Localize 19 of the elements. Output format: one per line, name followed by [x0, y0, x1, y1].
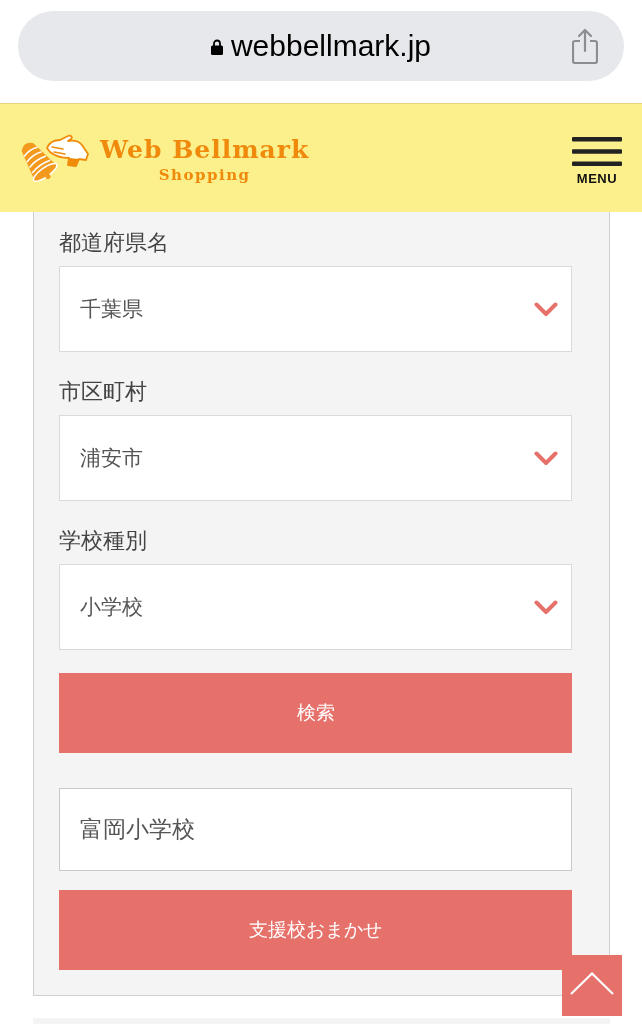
lock-icon: [210, 39, 223, 55]
chevron-up-icon: [570, 972, 614, 995]
chevron-down-icon: [534, 450, 558, 466]
url-text: webbellmark.jp: [230, 28, 432, 64]
address-bar[interactable]: webbellmark.jp: [18, 11, 624, 81]
chevron-down-icon: [534, 599, 558, 615]
field-label: 学校種別: [59, 527, 148, 555]
select-field[interactable]: 千葉県: [59, 266, 572, 352]
share-icon[interactable]: [572, 28, 598, 64]
scroll-to-top-button[interactable]: [562, 955, 622, 1016]
select-field[interactable]: 浦安市: [59, 415, 572, 501]
chevron-down-icon: [534, 301, 558, 317]
select-field[interactable]: 小学校: [59, 564, 572, 650]
school-name-field[interactable]: 富岡小学校: [59, 788, 572, 871]
field-label: 都道府県名: [59, 229, 170, 257]
menu-button[interactable]: MENU: [572, 136, 622, 186]
brand-subtitle: Shopping: [158, 165, 251, 185]
field-label: 市区町村: [59, 378, 148, 406]
menu-icon: [572, 136, 622, 166]
